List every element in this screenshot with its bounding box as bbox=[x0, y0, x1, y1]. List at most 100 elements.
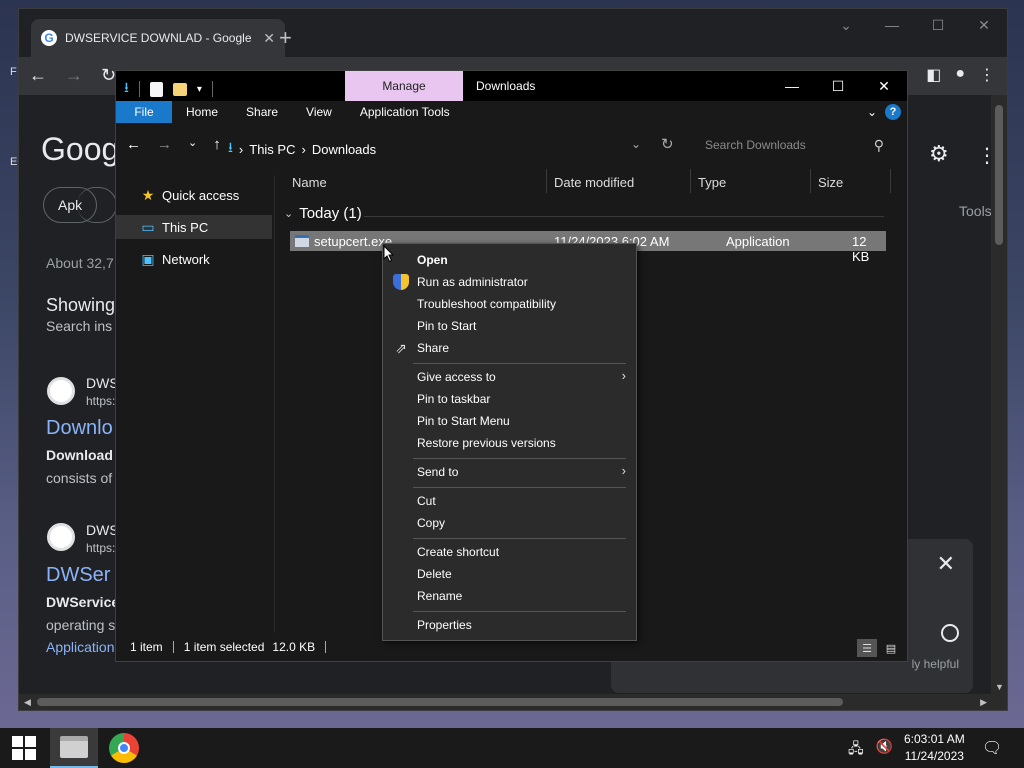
up-arrow-icon[interactable]: ↑ bbox=[213, 136, 221, 153]
menu-item-delete[interactable]: Delete bbox=[417, 564, 452, 584]
tab-home[interactable]: Home bbox=[172, 105, 232, 119]
breadcrumb-downloads[interactable]: Downloads bbox=[312, 142, 376, 157]
tab-title: DWSERVICE DOWNLAD - Google bbox=[65, 31, 252, 45]
tab-close-icon[interactable]: ✕ bbox=[263, 30, 275, 47]
nav-item-network[interactable]: ▣ Network bbox=[116, 247, 272, 271]
close-icon[interactable]: ✕ bbox=[937, 551, 955, 577]
tools-button[interactable]: Tools bbox=[959, 203, 992, 219]
reload-icon[interactable]: ↻ bbox=[101, 65, 116, 86]
start-button[interactable] bbox=[0, 728, 48, 768]
horizontal-scrollbar[interactable]: ◀ ▶ bbox=[19, 694, 1007, 710]
menu-item-cut[interactable]: Cut bbox=[417, 491, 436, 511]
customize-toolbar-icon[interactable]: ▾ bbox=[197, 84, 202, 95]
taskbar-chrome[interactable] bbox=[100, 728, 148, 768]
windows-logo-icon bbox=[12, 736, 36, 760]
menu-item-send-to[interactable]: Send to bbox=[417, 462, 458, 482]
radio-button[interactable] bbox=[941, 624, 959, 642]
volume-muted-icon[interactable]: 🔇 bbox=[876, 738, 893, 762]
result-title-link[interactable]: Downlo bbox=[46, 417, 113, 440]
result-site-name: DWS bbox=[86, 375, 119, 391]
menu-item-run-as-administrator[interactable]: Run as administrator bbox=[417, 272, 528, 292]
nav-item-quick-access[interactable]: ★ Quick access bbox=[116, 183, 272, 207]
quick-access-toolbar: ⭳ ▾ bbox=[124, 77, 213, 101]
taskbar-clock[interactable]: 6:03:01 AM 11/24/2023 bbox=[904, 731, 965, 765]
tab-share[interactable]: Share bbox=[232, 105, 292, 119]
vertical-scrollbar[interactable]: ▼ bbox=[991, 95, 1007, 694]
refresh-icon[interactable]: ↻ bbox=[661, 135, 674, 153]
back-arrow-icon[interactable]: ← bbox=[29, 65, 47, 86]
column-name[interactable]: Name bbox=[292, 175, 327, 190]
forward-arrow-icon[interactable]: → bbox=[157, 136, 172, 153]
result-sitelink[interactable]: Application bbox=[46, 639, 115, 655]
menu-item-properties[interactable]: Properties bbox=[417, 615, 472, 635]
tab-manage[interactable]: Manage bbox=[345, 71, 463, 101]
menu-item-create-shortcut[interactable]: Create shortcut bbox=[417, 542, 499, 562]
computer-icon: ▭ bbox=[141, 218, 155, 235]
new-tab-icon[interactable]: + bbox=[279, 25, 292, 51]
menu-item-pin-to-start[interactable]: Pin to Start bbox=[417, 316, 476, 336]
menu-item-restore-previous-versions[interactable]: Restore previous versions bbox=[417, 433, 556, 453]
gear-icon[interactable]: ⚙ bbox=[929, 141, 949, 167]
minimize-icon[interactable]: — bbox=[869, 9, 915, 41]
group-header[interactable]: ⌄ Today (1) bbox=[284, 205, 362, 222]
column-date-modified[interactable]: Date modified bbox=[554, 175, 634, 190]
menu-kebab-icon[interactable]: ⋮ bbox=[979, 65, 995, 85]
result-snippet: consists of bbox=[46, 470, 113, 486]
nav-item-this-pc[interactable]: ▭ This PC bbox=[116, 215, 272, 239]
google-favicon-icon: G bbox=[41, 30, 57, 46]
recent-locations-icon[interactable]: ⌄ bbox=[188, 136, 197, 153]
chevron-down-icon[interactable]: ⌄ bbox=[823, 9, 869, 41]
back-arrow-icon[interactable]: ← bbox=[126, 136, 141, 153]
tab-view[interactable]: View bbox=[292, 105, 346, 119]
search-input[interactable]: Search Downloads ⚲ bbox=[691, 131, 898, 159]
breadcrumb-this-pc[interactable]: This PC bbox=[249, 142, 295, 157]
properties-icon[interactable] bbox=[149, 81, 163, 97]
notification-icon[interactable]: 🗨 bbox=[982, 738, 1002, 758]
minimize-icon[interactable]: — bbox=[769, 71, 815, 101]
forward-arrow-icon[interactable]: → bbox=[65, 65, 83, 86]
maximize-icon[interactable]: ☐ bbox=[815, 71, 861, 101]
search-icon: ⚲ bbox=[873, 136, 884, 153]
desktop-edge-label: F bbox=[10, 66, 17, 78]
explorer-title-bar: ⭳ ▾ Manage Downloads — ☐ ✕ bbox=[116, 71, 907, 101]
filter-chip[interactable] bbox=[77, 187, 117, 223]
google-logo[interactable]: Goog bbox=[41, 131, 119, 168]
chevron-down-icon: ⌄ bbox=[284, 208, 294, 220]
chevron-right-icon: › bbox=[621, 368, 626, 383]
side-panel-icon[interactable]: ◧ bbox=[926, 65, 941, 85]
help-icon[interactable]: ? bbox=[885, 104, 901, 120]
menu-item-open[interactable]: Open bbox=[417, 250, 448, 270]
result-url[interactable]: https: bbox=[86, 394, 115, 408]
new-folder-icon[interactable] bbox=[172, 82, 187, 96]
close-icon[interactable]: ✕ bbox=[861, 71, 907, 101]
result-title-link[interactable]: DWSer bbox=[46, 564, 110, 587]
menu-item-rename[interactable]: Rename bbox=[417, 586, 462, 606]
menu-item-troubleshoot-compatibility[interactable]: Troubleshoot compatibility bbox=[417, 294, 556, 314]
star-icon: ★ bbox=[141, 186, 155, 203]
menu-item-pin-to-start-menu[interactable]: Pin to Start Menu bbox=[417, 411, 510, 431]
chrome-tab[interactable]: G DWSERVICE DOWNLAD - Google ✕ bbox=[31, 19, 285, 57]
column-size[interactable]: Size bbox=[818, 175, 843, 190]
context-menu: Open Run as administrator Troubleshoot c… bbox=[382, 243, 637, 641]
maximize-icon[interactable]: ☐ bbox=[915, 9, 961, 41]
menu-item-pin-to-taskbar[interactable]: Pin to taskbar bbox=[417, 389, 490, 409]
expand-ribbon-icon[interactable]: ⌄ bbox=[867, 105, 877, 119]
details-view-icon[interactable]: ☰ bbox=[857, 639, 877, 657]
menu-item-copy[interactable]: Copy bbox=[417, 513, 445, 533]
file-name: setupcert.exe bbox=[314, 234, 393, 249]
profile-icon[interactable]: ● bbox=[955, 65, 965, 85]
large-icons-view-icon[interactable]: ▤ bbox=[881, 639, 901, 657]
close-icon[interactable]: ✕ bbox=[961, 9, 1007, 41]
result-url[interactable]: https: bbox=[86, 541, 115, 555]
address-bar[interactable]: ⭳ › This PC › Downloads bbox=[228, 137, 376, 161]
search-instead-link[interactable]: Search ins bbox=[46, 318, 112, 334]
mouse-cursor-icon bbox=[383, 245, 395, 263]
column-type[interactable]: Type bbox=[698, 175, 726, 190]
menu-item-give-access-to[interactable]: Give access to bbox=[417, 367, 496, 387]
network-icon[interactable]: 🖧 bbox=[848, 738, 864, 762]
address-dropdown-icon[interactable]: ⌄ bbox=[631, 137, 641, 151]
menu-item-share[interactable]: Share bbox=[417, 338, 449, 358]
taskbar-file-explorer[interactable] bbox=[50, 728, 98, 768]
tab-application-tools[interactable]: Application Tools bbox=[346, 105, 464, 119]
tab-file[interactable]: File bbox=[116, 101, 172, 123]
